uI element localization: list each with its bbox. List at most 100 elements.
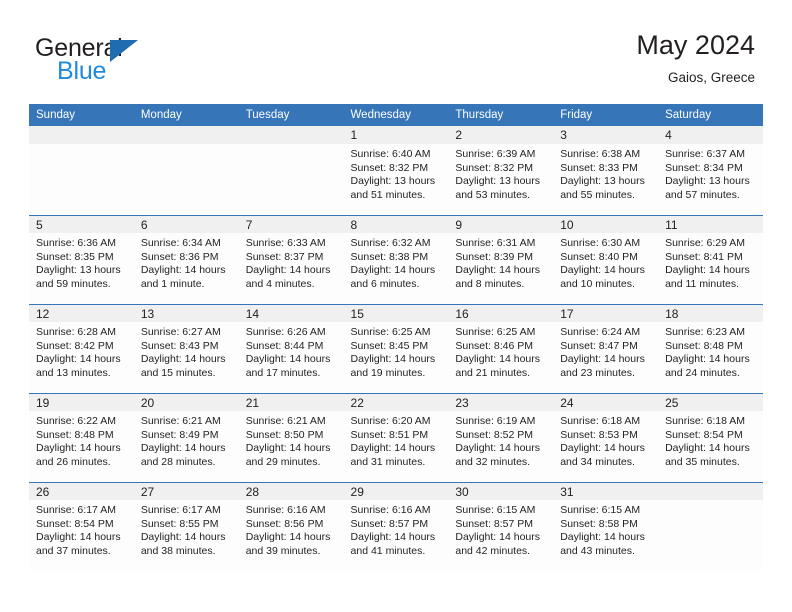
day-cell[interactable]: Sunrise: 6:23 AM Sunset: 8:48 PM Daylight:… — [658, 322, 763, 393]
day-number[interactable]: 10 — [553, 214, 659, 233]
day-number-empty — [238, 126, 344, 144]
day-number[interactable]: 11 — [658, 214, 763, 233]
weekday-header-tuesday: Tuesday — [238, 104, 344, 126]
day-cell[interactable]: Sunrise: 6:37 AM Sunset: 8:34 PM Daylight:… — [658, 144, 763, 215]
day-number[interactable]: 27 — [133, 481, 239, 500]
day-info-line: Sunrise: 6:26 AM — [245, 326, 326, 338]
day-info-line: Daylight: 13 hours — [36, 264, 121, 277]
day-cell[interactable]: Sunrise: 6:38 AM Sunset: 8:33 PM Daylight:… — [553, 144, 659, 215]
day-info-line: Sunset: 8:34 PM — [665, 161, 743, 174]
day-number[interactable]: 26 — [29, 481, 134, 500]
day-info-line: Sunrise: 6:15 AM — [560, 504, 641, 516]
day-info-line: Sunset: 8:41 PM — [665, 250, 743, 263]
day-number-empty — [133, 126, 239, 144]
day-number[interactable]: 23 — [448, 392, 554, 411]
day-info-line: Sunset: 8:53 PM — [560, 428, 638, 441]
day-cell-empty — [29, 144, 134, 215]
day-info-line: Sunset: 8:32 PM — [350, 161, 429, 174]
day-number[interactable]: 21 — [238, 392, 344, 411]
day-cell[interactable]: Sunrise: 6:32 AM Sunset: 8:38 PM Daylight:… — [343, 233, 449, 304]
day-info-line: and 10 minutes. — [560, 277, 635, 290]
day-number[interactable]: 24 — [553, 392, 659, 411]
day-cell[interactable]: Sunrise: 6:33 AM Sunset: 8:37 PM Daylight:… — [238, 233, 344, 304]
day-number[interactable]: 8 — [343, 214, 449, 233]
day-info-line: Sunset: 8:33 PM — [560, 161, 638, 174]
day-cell[interactable]: Sunrise: 6:40 AM Sunset: 8:32 PM Daylight:… — [343, 144, 449, 215]
day-cell[interactable]: Sunrise: 6:16 AM Sunset: 8:56 PM Daylight:… — [238, 500, 344, 571]
day-number[interactable]: 13 — [133, 303, 239, 322]
day-cell[interactable]: Sunrise: 6:22 AM Sunset: 8:48 PM Daylight:… — [29, 411, 134, 482]
day-cell[interactable]: Sunrise: 6:25 AM Sunset: 8:46 PM Daylight:… — [448, 322, 554, 393]
calendar-table: Sunday Monday Tuesday Wednesday Thursday… — [29, 104, 763, 571]
weekday-header-row: Sunday Monday Tuesday Wednesday Thursday… — [29, 104, 763, 126]
day-info-line: and 38 minutes. — [140, 544, 216, 557]
day-cell[interactable]: Sunrise: 6:18 AM Sunset: 8:54 PM Daylight:… — [658, 411, 763, 482]
day-info-line: and 13 minutes. — [36, 366, 111, 379]
day-cell[interactable]: Sunrise: 6:21 AM Sunset: 8:50 PM Daylight:… — [238, 411, 344, 482]
week-detail-row: Sunrise: 6:17 AM Sunset: 8:54 PM Daylight:… — [29, 500, 763, 571]
day-cell[interactable]: Sunrise: 6:21 AM Sunset: 8:49 PM Daylight:… — [133, 411, 239, 482]
day-info-line: and 32 minutes. — [455, 455, 531, 468]
day-number[interactable]: 31 — [553, 481, 659, 500]
day-number[interactable]: 1 — [343, 126, 449, 144]
day-number[interactable]: 28 — [238, 481, 344, 500]
day-cell[interactable]: Sunrise: 6:17 AM Sunset: 8:54 PM Daylight:… — [29, 500, 134, 571]
day-cell[interactable]: Sunrise: 6:28 AM Sunset: 8:42 PM Daylight:… — [29, 322, 134, 393]
day-cell[interactable]: Sunrise: 6:18 AM Sunset: 8:53 PM Daylight:… — [553, 411, 659, 482]
day-cell-empty — [658, 500, 763, 571]
day-info-line: Sunrise: 6:15 AM — [455, 504, 536, 516]
day-number[interactable]: 3 — [553, 126, 659, 144]
day-cell[interactable]: Sunrise: 6:19 AM Sunset: 8:52 PM Daylight:… — [448, 411, 554, 482]
day-cell[interactable]: Sunrise: 6:34 AM Sunset: 8:36 PM Daylight:… — [133, 233, 239, 304]
week-detail-row: Sunrise: 6:22 AM Sunset: 8:48 PM Daylight:… — [29, 411, 763, 482]
day-cell[interactable]: Sunrise: 6:20 AM Sunset: 8:51 PM Daylight:… — [343, 411, 449, 482]
day-number[interactable]: 18 — [658, 303, 763, 322]
day-cell[interactable]: Sunrise: 6:24 AM Sunset: 8:47 PM Daylight:… — [553, 322, 659, 393]
day-cell[interactable]: Sunrise: 6:17 AM Sunset: 8:55 PM Daylight:… — [133, 500, 239, 571]
day-number[interactable]: 4 — [658, 126, 763, 144]
page-title: May 2024 — [636, 30, 755, 60]
day-info-line: Daylight: 14 hours — [245, 531, 331, 544]
day-info-line: Sunset: 8:56 PM — [245, 517, 324, 530]
day-cell[interactable]: Sunrise: 6:30 AM Sunset: 8:40 PM Daylight:… — [553, 233, 659, 304]
day-cell[interactable]: Sunrise: 6:16 AM Sunset: 8:57 PM Daylight:… — [343, 500, 449, 571]
day-number[interactable]: 17 — [553, 303, 659, 322]
day-info-line: Daylight: 14 hours — [560, 353, 645, 366]
day-info-line: Sunset: 8:39 PM — [455, 250, 534, 263]
day-info-line: Daylight: 13 hours — [455, 175, 541, 188]
day-number[interactable]: 29 — [343, 481, 449, 500]
day-number[interactable]: 25 — [658, 392, 763, 411]
day-number[interactable]: 6 — [133, 214, 239, 233]
day-cell[interactable]: Sunrise: 6:39 AM Sunset: 8:32 PM Daylight:… — [448, 144, 554, 215]
day-cell[interactable]: Sunrise: 6:15 AM Sunset: 8:58 PM Daylight:… — [553, 500, 659, 571]
day-number[interactable]: 30 — [448, 481, 554, 500]
day-info-line: Sunset: 8:48 PM — [36, 428, 114, 441]
day-info-line: Daylight: 14 hours — [665, 442, 750, 455]
day-number[interactable]: 20 — [133, 392, 239, 411]
calendar-page: General Blue May 2024 Gaios, Greece Sund… — [0, 0, 792, 612]
day-info-line: Sunset: 8:46 PM — [455, 339, 534, 352]
day-cell[interactable]: Sunrise: 6:27 AM Sunset: 8:43 PM Daylight:… — [133, 322, 239, 393]
day-number[interactable]: 7 — [238, 214, 344, 233]
day-number[interactable]: 12 — [29, 303, 134, 322]
day-info-line: Sunrise: 6:28 AM — [36, 326, 116, 338]
day-cell[interactable]: Sunrise: 6:31 AM Sunset: 8:39 PM Daylight:… — [448, 233, 554, 304]
day-number[interactable]: 14 — [238, 303, 344, 322]
day-cell[interactable]: Sunrise: 6:26 AM Sunset: 8:44 PM Daylight:… — [238, 322, 344, 393]
day-number[interactable]: 22 — [343, 392, 449, 411]
day-cell[interactable]: Sunrise: 6:36 AM Sunset: 8:35 PM Daylight:… — [29, 233, 134, 304]
day-info-line: Daylight: 14 hours — [665, 353, 750, 366]
day-number[interactable]: 9 — [448, 214, 554, 233]
day-info-line: Daylight: 14 hours — [455, 264, 541, 277]
day-number[interactable]: 15 — [343, 303, 449, 322]
day-cell[interactable]: Sunrise: 6:29 AM Sunset: 8:41 PM Daylight:… — [658, 233, 763, 304]
day-number[interactable]: 5 — [29, 214, 134, 233]
day-cell[interactable]: Sunrise: 6:15 AM Sunset: 8:57 PM Daylight:… — [448, 500, 554, 571]
day-info-line: Daylight: 14 hours — [350, 353, 436, 366]
day-cell[interactable]: Sunrise: 6:25 AM Sunset: 8:45 PM Daylight:… — [343, 322, 449, 393]
day-number[interactable]: 19 — [29, 392, 134, 411]
day-info-line: Daylight: 14 hours — [560, 442, 645, 455]
day-number[interactable]: 16 — [448, 303, 554, 322]
day-number[interactable]: 2 — [448, 126, 554, 144]
day-info-line: Sunrise: 6:39 AM — [455, 148, 536, 160]
